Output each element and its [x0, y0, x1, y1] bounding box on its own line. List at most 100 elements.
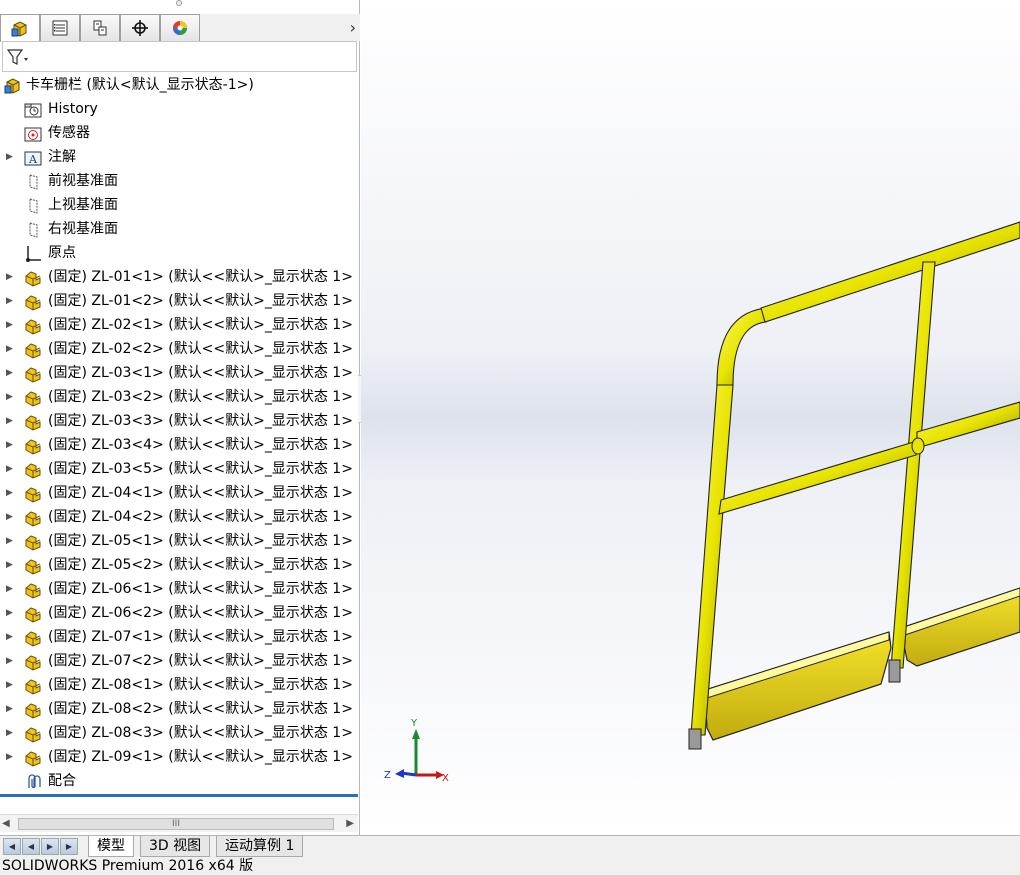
tree-item-component[interactable]: ▶ (固定) ZL-09<1> (默认<<默认>_显示状态 1>: [0, 745, 358, 769]
expand-arrow-icon[interactable]: ▶: [6, 385, 16, 409]
expand-arrow-icon[interactable]: ▶: [6, 457, 16, 481]
tree-item-label: (固定) ZL-02<1> (默认<<默认>_显示状态 1>: [48, 317, 353, 333]
component-part-icon: [25, 751, 41, 767]
tree-item-label: (固定) ZL-04<1> (默认<<默认>_显示状态 1>: [48, 485, 353, 501]
origin-icon: [26, 246, 41, 262]
property-manager-icon: [52, 20, 68, 36]
expand-arrow-icon[interactable]: ▶: [6, 625, 16, 649]
tree-item-component[interactable]: ▶ (固定) ZL-06<1> (默认<<默认>_显示状态 1>: [0, 577, 358, 601]
filter-icon[interactable]: [7, 48, 29, 66]
tree-item-sensors[interactable]: 传感器: [0, 121, 358, 145]
assembly-icon: [4, 78, 20, 94]
expand-arrow-icon[interactable]: ▶: [6, 577, 16, 601]
tab-configuration-manager[interactable]: [80, 14, 120, 41]
expand-arrow-icon[interactable]: ▶: [6, 697, 16, 721]
last-tab-arrow-icon[interactable]: ▶: [60, 838, 78, 855]
expand-arrow-icon[interactable]: ▶: [6, 673, 16, 697]
component-part-icon: [25, 631, 41, 647]
tree-item-label: (固定) ZL-08<2> (默认<<默认>_显示状态 1>: [48, 701, 353, 717]
component-part-icon: [25, 559, 41, 575]
tree-item-component[interactable]: ▶ (固定) ZL-02<2> (默认<<默认>_显示状态 1>: [0, 337, 358, 361]
expand-arrow-icon[interactable]: ▶: [6, 553, 16, 577]
tree-item-component[interactable]: ▶ (固定) ZL-07<1> (默认<<默认>_显示状态 1>: [0, 625, 358, 649]
tree-item-component[interactable]: ▶ (固定) ZL-01<1> (默认<<默认>_显示状态 1>: [0, 265, 358, 289]
tree-item-label: (固定) ZL-09<1> (默认<<默认>_显示状态 1>: [48, 749, 353, 765]
tree-item-component[interactable]: ▶ (固定) ZL-02<1> (默认<<默认>_显示状态 1>: [0, 313, 358, 337]
tree-item-component[interactable]: ▶ (固定) ZL-08<3> (默认<<默认>_显示状态 1>: [0, 721, 358, 745]
expand-arrow-icon[interactable]: ▶: [6, 289, 16, 313]
expand-arrow-icon[interactable]: ▶: [6, 361, 16, 385]
tree-item-component[interactable]: ▶ (固定) ZL-08<1> (默认<<默认>_显示状态 1>: [0, 673, 358, 697]
tree-item-component[interactable]: ▶ (固定) ZL-05<2> (默认<<默认>_显示状态 1>: [0, 553, 358, 577]
tree-horizontal-scrollbar[interactable]: ◀ III ▶: [0, 814, 358, 832]
tab-display-manager[interactable]: [160, 14, 200, 41]
expand-arrow-icon[interactable]: ▶: [6, 265, 16, 289]
expand-arrow-icon[interactable]: ▶: [6, 313, 16, 337]
tree-item-component[interactable]: ▶ (固定) ZL-04<1> (默认<<默认>_显示状态 1>: [0, 481, 358, 505]
tab-feature-tree[interactable]: [0, 14, 40, 42]
tree-item-origin[interactable]: 原点: [0, 241, 358, 265]
tree-item-history[interactable]: History: [0, 97, 358, 121]
panel-grip[interactable]: [176, 0, 182, 6]
tree-root-assembly[interactable]: 卡车栅栏 (默认<默认_显示状态-1>): [0, 73, 358, 97]
tree-item-component[interactable]: ▶ (固定) ZL-06<2> (默认<<默认>_显示状态 1>: [0, 601, 358, 625]
tree-item-component[interactable]: ▶ (固定) ZL-08<2> (默认<<默认>_显示状态 1>: [0, 697, 358, 721]
tree-item-component[interactable]: ▶ (固定) ZL-07<2> (默认<<默认>_显示状态 1>: [0, 649, 358, 673]
tab-dimxpert-manager[interactable]: [120, 14, 160, 41]
tree-item-annotations[interactable]: ▶ A 注解: [0, 145, 358, 169]
tree-item-component[interactable]: ▶ (固定) ZL-01<2> (默认<<默认>_显示状态 1>: [0, 289, 358, 313]
expand-arrow-icon[interactable]: ▶: [6, 433, 16, 457]
component-part-icon: [25, 319, 41, 335]
expand-arrow-icon[interactable]: ▶: [6, 505, 16, 529]
tree-item-mates[interactable]: 配合: [0, 769, 358, 793]
tree-item-label: (固定) ZL-03<2> (默认<<默认>_显示状态 1>: [48, 389, 353, 405]
expand-arrow-icon[interactable]: ▶: [6, 529, 16, 553]
mates-paperclip-icon: [28, 774, 41, 789]
tree-item-right-plane[interactable]: 右视基准面: [0, 217, 358, 241]
tab-overflow-chevron-icon[interactable]: ›: [350, 18, 356, 37]
status-bar: SOLIDWORKS Premium 2016 x64 版: [0, 857, 1020, 875]
tree-item-label: 右视基准面: [48, 221, 118, 237]
component-part-icon: [25, 343, 41, 359]
expand-arrow-icon[interactable]: ▶: [6, 145, 16, 169]
tree-item-component[interactable]: ▶ (固定) ZL-03<5> (默认<<默认>_显示状态 1>: [0, 457, 358, 481]
expand-arrow-icon[interactable]: ▶: [6, 481, 16, 505]
model-view[interactable]: Y X Z: [361, 0, 1020, 835]
scroll-right-arrow-icon[interactable]: ▶: [346, 818, 354, 829]
scrollbar-thumb[interactable]: III: [18, 818, 334, 830]
tree-item-label: (固定) ZL-03<3> (默认<<默认>_显示状态 1>: [48, 413, 353, 429]
tree-item-component[interactable]: ▶ (固定) ZL-03<1> (默认<<默认>_显示状态 1>: [0, 361, 358, 385]
tree-item-component[interactable]: ▶ (固定) ZL-03<4> (默认<<默认>_显示状态 1>: [0, 433, 358, 457]
expand-arrow-icon[interactable]: ▶: [6, 337, 16, 361]
tab-property-manager[interactable]: [40, 14, 80, 41]
tree-item-component[interactable]: ▶ (固定) ZL-03<3> (默认<<默认>_显示状态 1>: [0, 409, 358, 433]
component-part-icon: [25, 439, 41, 455]
tree-filter-bar[interactable]: [2, 41, 357, 72]
prev-tab-arrow-icon[interactable]: ◀: [22, 838, 40, 855]
tree-item-label: (固定) ZL-05<1> (默认<<默认>_显示状态 1>: [48, 533, 353, 549]
scroll-left-arrow-icon[interactable]: ◀: [2, 818, 10, 829]
tree-item-component[interactable]: ▶ (固定) ZL-05<1> (默认<<默认>_显示状态 1>: [0, 529, 358, 553]
tree-item-front-plane[interactable]: 前视基准面: [0, 169, 358, 193]
first-tab-arrow-icon[interactable]: ◀: [3, 838, 21, 855]
expand-arrow-icon[interactable]: ▶: [6, 745, 16, 769]
tree-item-component[interactable]: ▶ (固定) ZL-04<2> (默认<<默认>_显示状态 1>: [0, 505, 358, 529]
expand-arrow-icon[interactable]: ▶: [6, 409, 16, 433]
component-part-icon: [25, 511, 41, 527]
truck-fence-model[interactable]: [688, 221, 1020, 750]
tab-3d-view[interactable]: 3D 视图: [140, 836, 211, 857]
tree-item-component[interactable]: ▶ (固定) ZL-03<2> (默认<<默认>_显示状态 1>: [0, 385, 358, 409]
tree-item-label: 原点: [48, 245, 76, 261]
tab-model[interactable]: 模型: [88, 836, 134, 857]
expand-arrow-icon[interactable]: ▶: [6, 721, 16, 745]
triad-z-label: Z: [384, 770, 391, 781]
expand-arrow-icon[interactable]: ▶: [6, 649, 16, 673]
expand-arrow-icon[interactable]: ▶: [6, 601, 16, 625]
next-tab-arrow-icon[interactable]: ▶: [41, 838, 59, 855]
component-part-icon: [25, 367, 41, 383]
feature-tree-icon: [11, 20, 27, 37]
tree-item-top-plane[interactable]: 上视基准面: [0, 193, 358, 217]
feature-manager-panel: › 卡车栅栏 (默认<默认_显示状态-1>) History 传感器 ▶ A 注…: [0, 0, 360, 835]
graphics-viewport[interactable]: Y X Z: [361, 0, 1020, 835]
tab-motion-study[interactable]: 运动算例 1: [216, 836, 304, 857]
